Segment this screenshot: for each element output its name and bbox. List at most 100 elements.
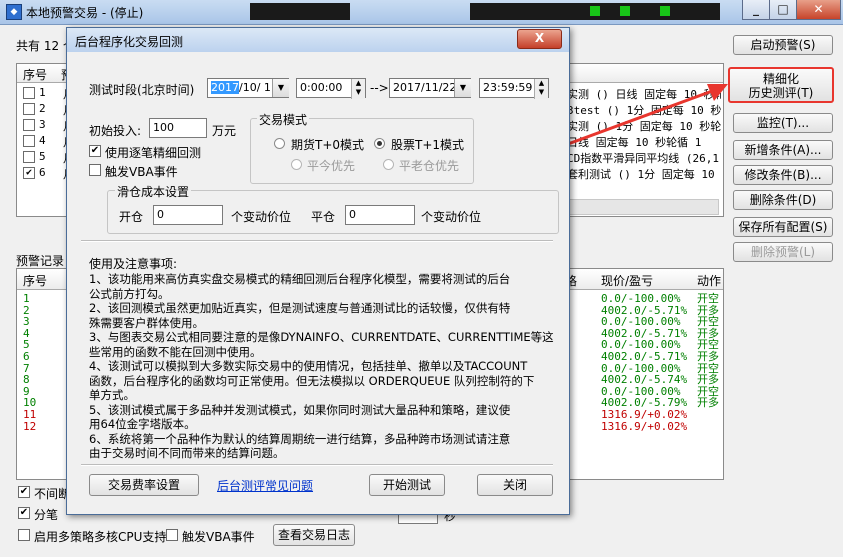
alert-col-pl: 现价/盈亏	[601, 274, 654, 288]
alert-col-no: 序号	[23, 274, 48, 288]
trigger-vba-label: 触发VBA事件	[105, 165, 178, 179]
row-checkbox[interactable]	[23, 103, 35, 115]
end-time-spinner[interactable]: ▲ ▼	[534, 79, 548, 99]
open-unit: 个变动价位	[231, 210, 292, 224]
row-checkbox[interactable]	[23, 119, 35, 131]
range-arrow: -->	[370, 81, 389, 95]
futures-mode-label: 期货T+0模式	[291, 138, 365, 152]
note-line: 1、该功能用来高仿真实盘交易模式的精细回测后台程序化模型，需要将测试的后台	[89, 272, 511, 286]
row-checkbox[interactable]	[23, 87, 35, 99]
multi-core-label: 启用多策略多核CPU支持	[34, 530, 167, 544]
chevron-down-icon[interactable]: ▼	[272, 79, 289, 97]
row-number: 1	[39, 86, 46, 99]
alert-row-price: 1316.9/+0.02%	[601, 419, 688, 433]
monitor-button[interactable]: 监控(T)...	[733, 113, 833, 133]
alert-col-action: 动作	[697, 274, 722, 288]
flat-old-label: 平老仓优先	[399, 159, 460, 173]
note-line: 殊需要客户群体使用。	[89, 315, 204, 330]
use-fine-checkbox[interactable]: ✔	[89, 145, 101, 157]
futures-mode-radio[interactable]	[274, 138, 285, 149]
note-line: 些常用的函数不能在回测中使用。	[89, 344, 262, 359]
flat-today-radio	[291, 159, 302, 170]
col-header-no: 序号	[23, 68, 48, 82]
vba-event-checkbox[interactable]	[166, 529, 178, 541]
stock-mode-radio[interactable]	[374, 138, 385, 149]
notes-list: 1、该功能用来高仿真实盘交易模式的精细回测后台程序化模型，需要将测试的后台 公式前…	[89, 273, 559, 463]
multi-core-checkbox[interactable]	[18, 529, 30, 541]
note-line: 函数，后台程序化的函数均可正常使用。但无法模拟以 ORDERQUEUE 队列控制…	[89, 373, 535, 388]
faq-link[interactable]: 后台测评常见问题	[217, 477, 313, 494]
delete-condition-button[interactable]: 删除条件(D)	[733, 190, 833, 210]
view-log-button[interactable]: 查看交易日志	[273, 524, 355, 546]
minimize-button[interactable]: _	[742, 0, 770, 20]
dialog-title-bar: 后台程序化交易回测 X	[67, 28, 569, 52]
initial-unit: 万元	[212, 124, 237, 138]
row-checkbox[interactable]: ✔	[23, 167, 35, 179]
start-date-picker[interactable]: 2017/10/ 1 ▼	[207, 78, 289, 98]
note-line: 用64位金字塔版本。	[89, 417, 196, 431]
note-line: 5、该测试模式属于多品种并发测试模式，如果你同时测试大量品种和策略，建议使	[89, 402, 511, 417]
note-line: 公式前方打勾。	[89, 286, 170, 301]
close-dialog-button[interactable]: 关闭	[477, 474, 553, 496]
note-line: 由于交易时间不同而带来的结算问题。	[89, 446, 285, 460]
alert-row-action: 开多	[697, 396, 719, 410]
delete-alert-button: 删除预警(L)	[733, 242, 833, 262]
fine-backtest-button[interactable]: 精细化 历史测评(T)	[728, 67, 834, 103]
row-number: 4	[39, 134, 46, 147]
row-number: 3	[39, 118, 46, 131]
note-line: 单方式。	[89, 388, 135, 402]
horizontal-scrollbar[interactable]	[567, 199, 719, 215]
note-line: 3、与图表交易公式相同要注意的是像DYNAINFO、CURRENTDATE、CU…	[89, 330, 554, 344]
row-number: 2	[39, 102, 46, 115]
note-line: 6、系统将第一个品种作为默认的结算周期统一进行结算，多品种跨市场测试请注意	[89, 431, 511, 446]
backtest-dialog: 后台程序化交易回测 X 测试时段(北京时间) 2017/10/ 1 ▼ 0:00…	[66, 27, 570, 515]
slippage-group-label: 滑仓成本设置	[115, 183, 192, 200]
end-time-field[interactable]: 23:59:59 ▲ ▼	[479, 78, 549, 99]
close-unit: 个变动价位	[421, 210, 482, 224]
main-title-bar: ◆ 本地预警交易 - (停止) _ □ ✕	[0, 0, 843, 25]
start-time-value: 0:00:00	[300, 81, 343, 94]
stock-mode-label: 股票T+1模式	[391, 138, 465, 152]
row-checkbox[interactable]	[23, 135, 35, 147]
start-test-button[interactable]: 开始测试	[369, 474, 445, 496]
note-line: 2、该回测模式虽然更加贴近真实，但是测试速度与普通测试比的话较慢，仅供有特	[89, 301, 511, 315]
maximize-button[interactable]: □	[769, 0, 797, 20]
notes-title: 使用及注意事项:	[89, 257, 178, 271]
open-slippage-input[interactable]: 0	[153, 205, 223, 225]
add-condition-button[interactable]: 新增条件(A)...	[733, 140, 833, 160]
flat-old-radio	[383, 159, 394, 170]
divider	[81, 464, 553, 466]
chevron-down-icon[interactable]: ▼	[454, 79, 471, 97]
end-date-picker[interactable]: 2017/11/22 ▼	[389, 78, 471, 98]
dialog-close-button[interactable]: X	[517, 29, 562, 49]
close-slippage-input[interactable]: 0	[345, 205, 415, 225]
ticker-strip	[250, 3, 350, 20]
end-date-value: 2017/11/22	[393, 81, 457, 94]
trigger-vba-checkbox[interactable]	[89, 164, 101, 176]
dialog-title: 后台程序化交易回测	[75, 35, 184, 49]
save-all-button[interactable]: 保存所有配置(S)	[733, 217, 833, 237]
start-alert-button[interactable]: 启动预警(S)	[733, 35, 833, 55]
order-split-checkbox[interactable]: ✔	[18, 507, 30, 519]
no-interrupt-checkbox[interactable]: ✔	[18, 486, 30, 498]
row-number: 5	[39, 150, 46, 163]
window-close-button[interactable]: ✕	[796, 0, 841, 20]
open-label: 开仓	[119, 210, 144, 224]
modify-condition-button[interactable]: 修改条件(B)...	[733, 165, 833, 185]
row-checkbox[interactable]	[23, 151, 35, 163]
ticker-strip-2	[470, 3, 720, 20]
initial-input[interactable]: 100	[149, 118, 207, 138]
alert-record-label: 预警记录	[16, 254, 65, 268]
app-icon: ◆	[6, 4, 22, 20]
divider	[81, 240, 553, 242]
no-interrupt-label: 不间断	[34, 487, 71, 501]
start-time-spinner[interactable]: ▲ ▼	[351, 79, 365, 99]
fee-settings-button[interactable]: 交易费率设置	[89, 474, 199, 496]
use-fine-label: 使用逐笔精细回测	[105, 146, 202, 160]
start-date-rest: /10/ 1	[239, 81, 271, 94]
end-time-value: 23:59:59	[483, 81, 533, 94]
row-number: 6	[39, 166, 46, 179]
start-time-field[interactable]: 0:00:00 ▲ ▼	[296, 78, 366, 99]
close-label: 平仓	[311, 210, 336, 224]
alert-row-number: 12	[23, 419, 37, 433]
